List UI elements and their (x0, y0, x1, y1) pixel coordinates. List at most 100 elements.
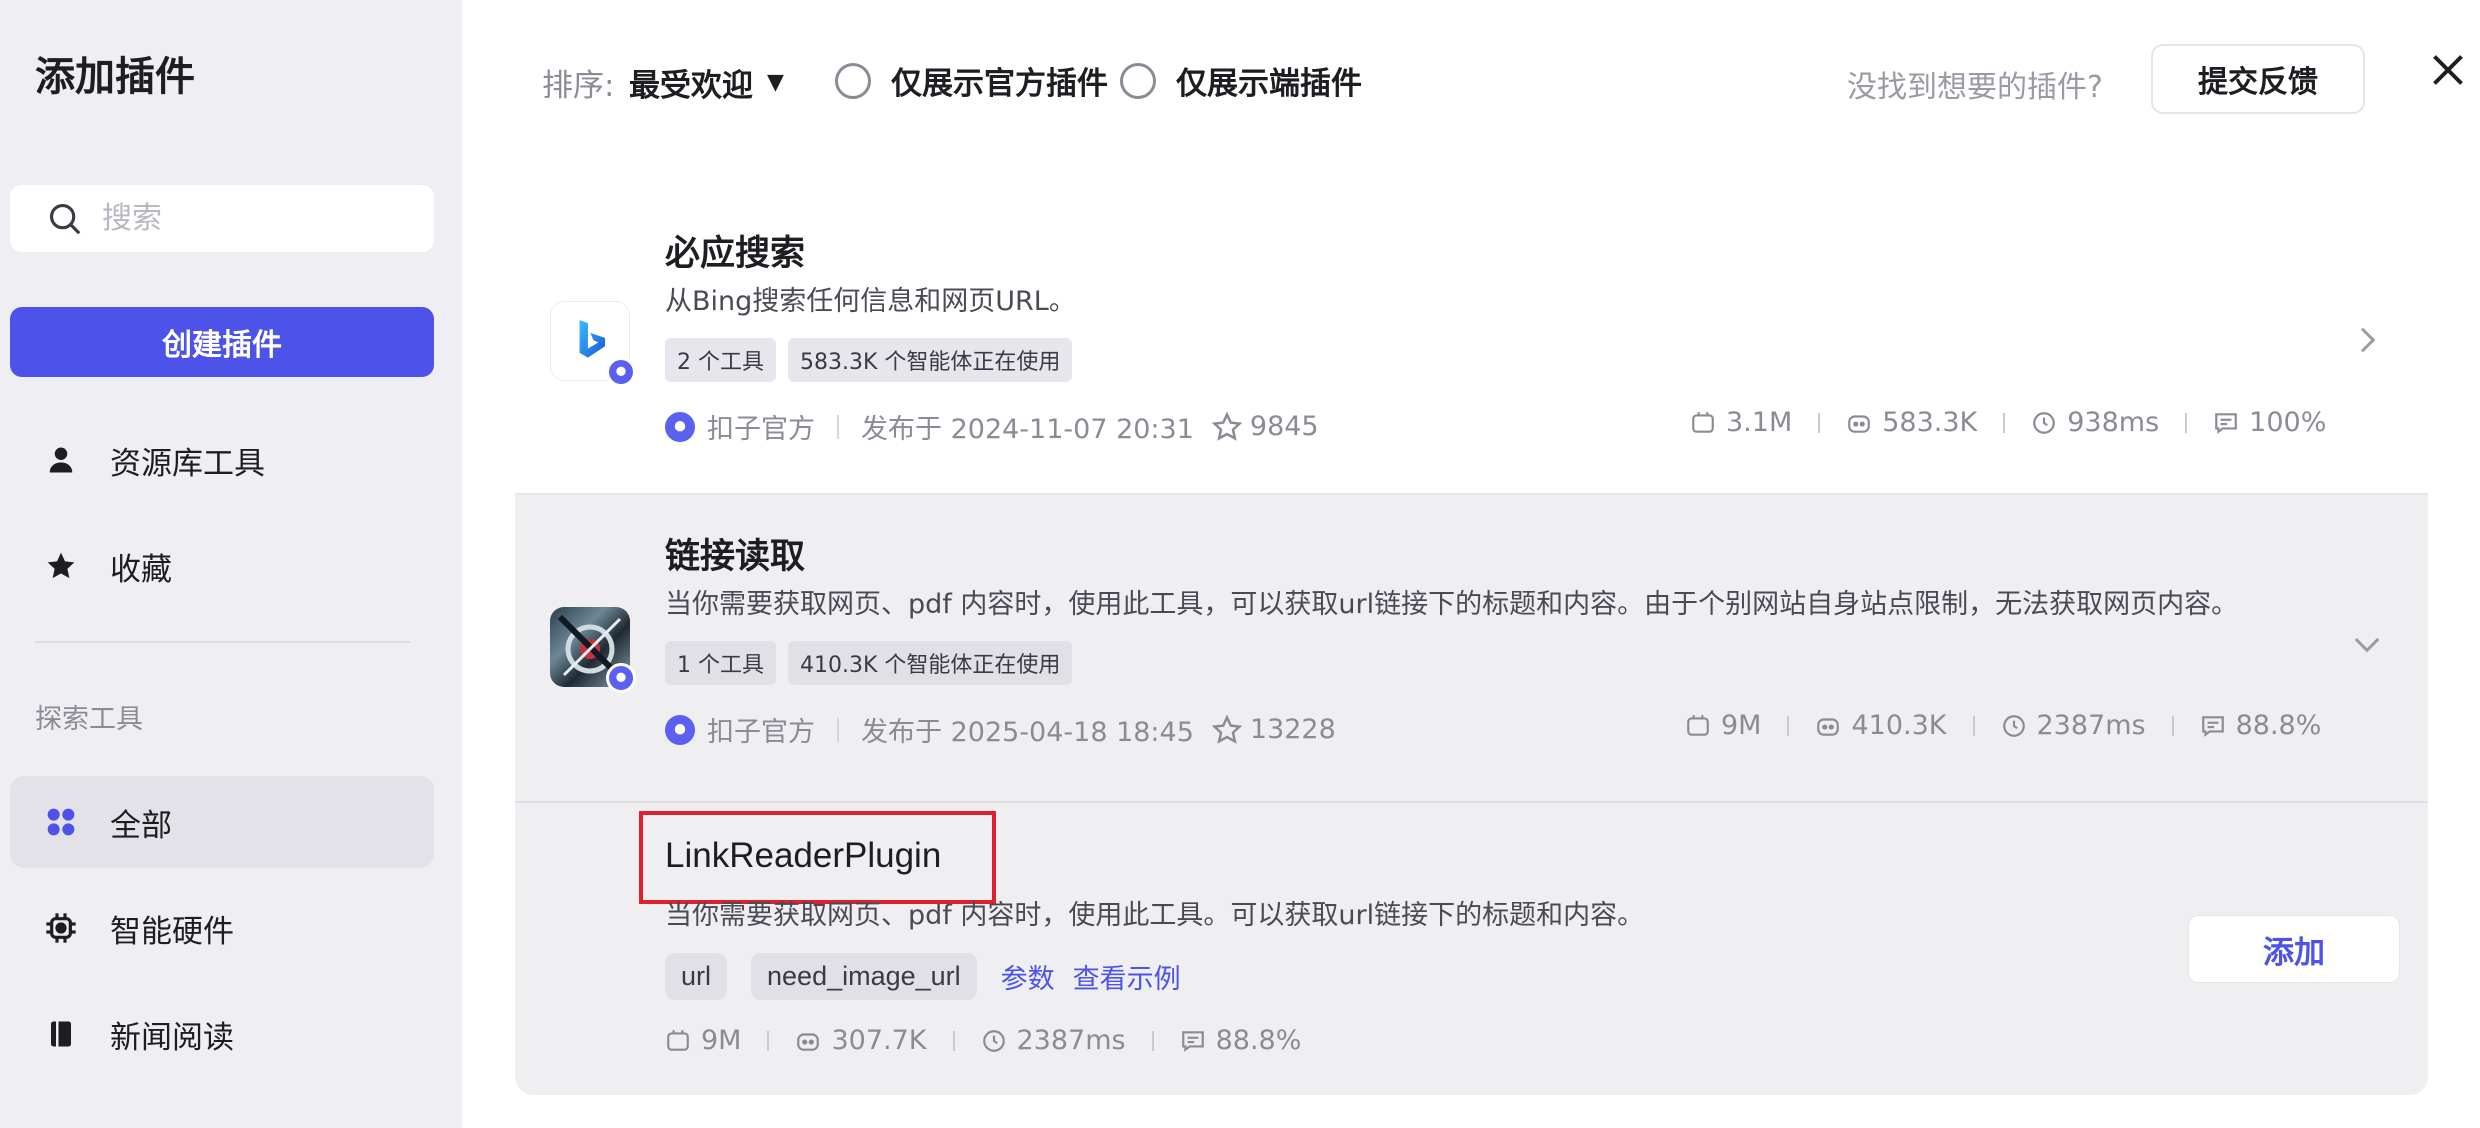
stat-separator (1787, 715, 1790, 736)
sidebar-item-news-reading[interactable]: 新闻阅读 (10, 988, 434, 1080)
param-chip: need_image_url (751, 953, 977, 1000)
plugin-card-bing[interactable]: 必应搜索 从Bing搜索任何信息和网页URL。 2 个工具 583.3K 个智能… (515, 195, 2428, 495)
filter-device-radio[interactable]: 仅展示端插件 (1120, 58, 1362, 103)
stat-latency: 2387ms (2001, 710, 2146, 741)
sidebar-item-label: 收藏 (110, 551, 172, 588)
calls-icon (667, 1029, 689, 1051)
create-plugin-button[interactable]: 创建插件 (10, 307, 434, 377)
sidebar-item-all[interactable]: 全部 (10, 776, 434, 868)
plugin-stats: 3.1M 583.3K 938ms 100% (1690, 407, 2326, 438)
grid-icon (44, 805, 78, 839)
chevron-down-icon[interactable] (2352, 629, 2382, 659)
sidebar-item-smart-hardware[interactable]: 智能硬件 (10, 882, 434, 974)
stat-latency: 938ms (2031, 407, 2159, 438)
highlight-box (639, 811, 996, 904)
publish-date: 发布于 2025-04-18 18:45 (861, 717, 1194, 748)
sidebar-item-library-tools[interactable]: 资源库工具 (10, 414, 434, 506)
stat-calls: 3.1M (1690, 407, 1792, 438)
tool-count-tag: 1 个工具 (665, 641, 776, 685)
plugin-tags: 2 个工具 583.3K 个智能体正在使用 (665, 338, 1073, 382)
book-icon (44, 1017, 78, 1051)
chip-icon (44, 911, 78, 945)
search-input[interactable] (102, 201, 422, 236)
stat-bots: 410.3K (1815, 710, 1947, 741)
bot-icon (797, 1032, 820, 1051)
sidebar-item-favorites[interactable]: 收藏 (10, 520, 434, 612)
search-box[interactable] (10, 185, 434, 252)
publisher-avatar-icon (665, 411, 695, 442)
tool-count-tag: 2 个工具 (665, 338, 776, 382)
sidebar-item-label: 新闻阅读 (110, 1019, 234, 1056)
stat-separator (952, 1030, 955, 1051)
plugin-title: 必应搜索 (665, 234, 806, 274)
sidebar: 添加插件 创建插件 资源库工具 收藏 探索工具 全部 智能硬件 新闻阅读 (0, 0, 462, 1128)
stat-separator (2003, 412, 2006, 433)
plugin-description: 当你需要获取网页、pdf 内容时，使用此工具，可以获取url链接下的标题和内容。… (665, 589, 2239, 620)
sort-label: 排序: (542, 68, 615, 104)
stat-separator (1972, 715, 1975, 736)
tool-stats: 9M 307.7K 2387ms 88.8% (665, 1025, 1301, 1056)
message-icon (2201, 715, 2224, 737)
star-outline-icon (1211, 411, 1242, 441)
stat-separator (1151, 1030, 1154, 1051)
stat-bots: 307.7K (795, 1025, 927, 1056)
user-icon (44, 443, 78, 477)
clock-icon (982, 1029, 1005, 1052)
close-icon[interactable] (2430, 52, 2466, 88)
meta-separator (837, 717, 839, 742)
add-tool-button[interactable]: 添加 (2188, 915, 2400, 983)
feedback-button[interactable]: 提交反馈 (2151, 44, 2365, 114)
link-reader-logo (550, 607, 636, 693)
view-example-link[interactable]: 查看示例 (1073, 957, 1181, 996)
publisher-avatar-icon (665, 714, 695, 745)
sidebar-item-label: 资源库工具 (110, 445, 265, 482)
star-icon (44, 549, 78, 583)
section-label-explore: 探索工具 (35, 704, 143, 735)
sidebar-title: 添加插件 (35, 54, 195, 100)
bing-icon (579, 320, 605, 358)
stat-calls: 9M (1685, 710, 1761, 741)
stat-separator (2171, 715, 2174, 736)
params-link[interactable]: 参数 (1001, 957, 1055, 996)
sidebar-item-label: 全部 (110, 807, 172, 844)
radio-circle-icon (1120, 62, 1156, 99)
clock-icon (2033, 411, 2056, 434)
plugin-title: 链接读取 (665, 537, 806, 577)
tool-item-linkreader: LinkReaderPlugin 当你需要获取网页、pdf 内容时，使用此工具。… (515, 803, 2428, 1095)
calls-icon (1692, 411, 1714, 433)
usage-tag: 410.3K 个智能体正在使用 (788, 641, 1073, 685)
bot-icon (1848, 414, 1871, 433)
plugin-card-link-reader[interactable]: 链接读取 当你需要获取网页、pdf 内容时，使用此工具，可以获取url链接下的标… (515, 495, 2428, 803)
search-icon (49, 203, 81, 234)
param-chip: url (665, 953, 728, 1000)
tool-params: url need_image_url 参数 查看示例 (665, 953, 1181, 1000)
not-found-hint: 没找到想要的插件? (1847, 70, 2103, 105)
bing-logo (550, 301, 636, 387)
stat-success-rate: 88.8% (2200, 710, 2321, 741)
plugin-tags: 1 个工具 410.3K 个智能体正在使用 (665, 641, 1073, 685)
plugin-stats: 9M 410.3K 2387ms 88.8% (1685, 710, 2321, 741)
message-icon (1181, 1030, 1204, 1052)
filter-official-label: 仅展示官方插件 (891, 66, 1108, 102)
sidebar-divider (35, 641, 410, 643)
filter-device-label: 仅展示端插件 (1176, 66, 1362, 102)
stat-latency: 2387ms (981, 1025, 1126, 1056)
chevron-right-icon[interactable] (2352, 325, 2382, 355)
usage-tag: 583.3K 个智能体正在使用 (788, 338, 1073, 382)
star-count: 9845 (1249, 411, 1319, 442)
topbar: 排序: 最受欢迎 ▼ 仅展示官方插件 仅展示端插件 没找到想要的插件? 提交反馈 (462, 0, 2480, 160)
message-icon (2215, 412, 2237, 434)
radio-circle-icon (835, 62, 871, 99)
calls-icon (1687, 714, 1709, 736)
stat-calls: 9M (665, 1025, 741, 1056)
official-badge-icon (606, 357, 636, 387)
stat-success-rate: 88.8% (1180, 1025, 1301, 1056)
plugin-description: 从Bing搜索任何信息和网页URL。 (665, 286, 1076, 317)
tool-links: 参数 查看示例 (1001, 957, 1181, 996)
stat-bots: 583.3K (1846, 407, 1977, 438)
filter-official-radio[interactable]: 仅展示官方插件 (835, 58, 1108, 103)
publisher-name: 扣子官方 (707, 414, 815, 445)
sort-dropdown[interactable]: 最受欢迎 ▼ (629, 60, 784, 105)
stat-separator (2185, 412, 2188, 433)
plugin-meta: 扣子官方 发布于 2024-11-07 20:31 9845 (665, 407, 1319, 446)
